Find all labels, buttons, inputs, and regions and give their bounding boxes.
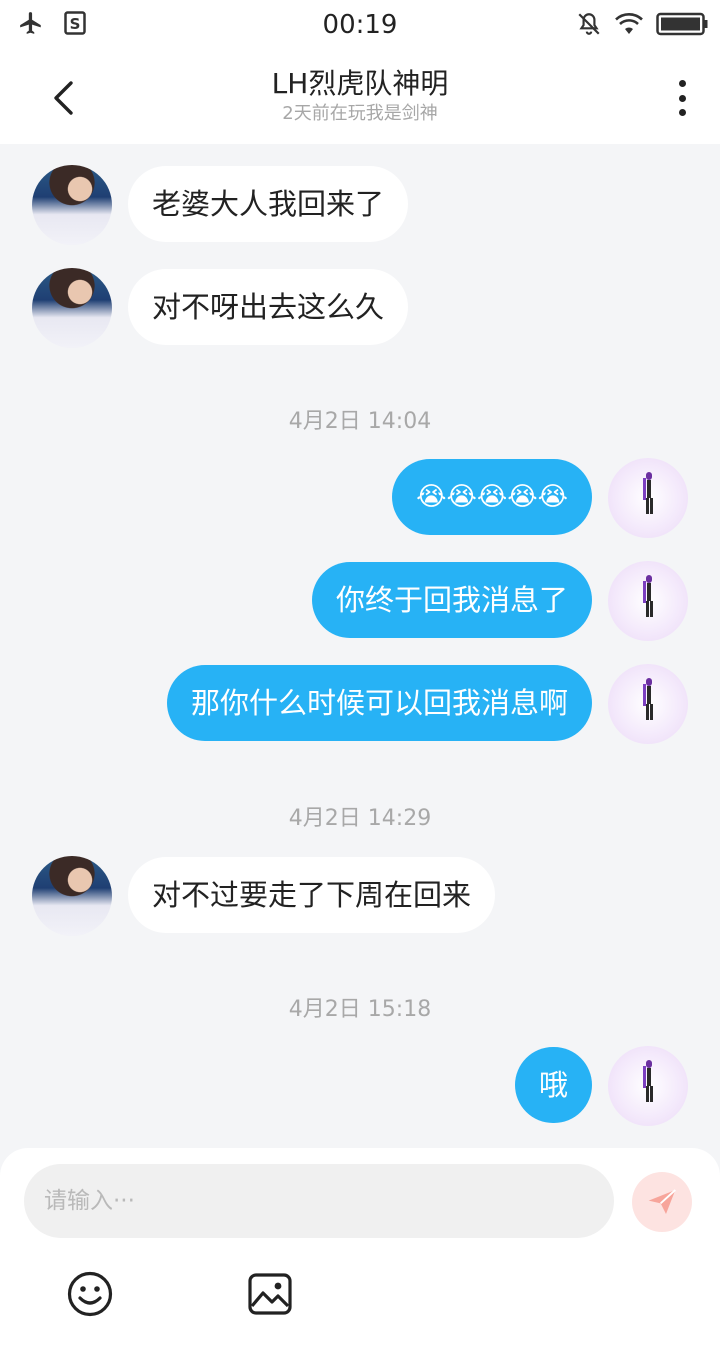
incoming-message[interactable]: 对不呀出去这么久: [128, 269, 409, 345]
my-avatar[interactable]: [608, 1046, 688, 1126]
message-timestamp: 4月2日 14:29: [288, 806, 432, 831]
smiley-icon: [67, 1271, 113, 1317]
outgoing-message[interactable]: 😭😭😭😭😭: [392, 459, 592, 535]
girl-figure-icon: [643, 678, 653, 720]
chat-header: LH烈虎队神明 2天前在玩我是剑神: [0, 52, 720, 144]
status-right-icons: [576, 11, 708, 41]
outgoing-message[interactable]: 你终于回我消息了: [311, 562, 592, 638]
girl-figure-icon: [643, 472, 653, 514]
composer-bar: [0, 1148, 720, 1356]
back-button[interactable]: [40, 74, 88, 122]
contact-name: LH烈虎队神明: [271, 67, 449, 100]
status-bar: S 00:19: [0, 0, 720, 52]
message-timestamp: 4月2日 14:04: [288, 409, 432, 434]
battery-icon: [656, 12, 708, 40]
send-button[interactable]: [632, 1172, 692, 1232]
more-dot: [678, 94, 686, 102]
chevron-left-icon: [54, 81, 73, 115]
my-avatar[interactable]: [608, 664, 688, 744]
my-avatar[interactable]: [608, 458, 688, 538]
image-icon: [248, 1273, 292, 1315]
mute-bell-icon: [576, 11, 602, 41]
chat-screen: S 00:19 LH烈虎队神明 2天前在玩我是剑神 老婆大人我回来了 对不呀出去…: [0, 0, 720, 1356]
emoji-button[interactable]: [66, 1270, 114, 1318]
incoming-message[interactable]: 老婆大人我回来了: [128, 166, 409, 242]
more-dot: [678, 80, 686, 87]
more-dot: [678, 109, 686, 116]
message-input[interactable]: [24, 1164, 614, 1238]
outgoing-message[interactable]: 哦: [514, 1047, 592, 1123]
title-block: LH烈虎队神明 2天前在玩我是剑神: [120, 66, 600, 126]
girl-figure-icon: [643, 1060, 653, 1102]
contact-avatar[interactable]: [32, 165, 112, 245]
image-button[interactable]: [246, 1270, 294, 1318]
wifi-icon: [614, 12, 644, 40]
message-timestamp: 4月2日 15:18: [288, 997, 432, 1022]
more-button[interactable]: [670, 76, 694, 120]
my-avatar[interactable]: [608, 561, 688, 641]
contact-avatar[interactable]: [32, 856, 112, 936]
contact-avatar[interactable]: [32, 268, 112, 348]
contact-status: 2天前在玩我是剑神: [282, 103, 438, 124]
incoming-message[interactable]: 对不过要走了下周在回来: [128, 857, 496, 933]
paper-plane-icon: [648, 1189, 676, 1214]
outgoing-message[interactable]: 那你什么时候可以回我消息啊: [166, 665, 592, 741]
girl-figure-icon: [643, 575, 653, 617]
